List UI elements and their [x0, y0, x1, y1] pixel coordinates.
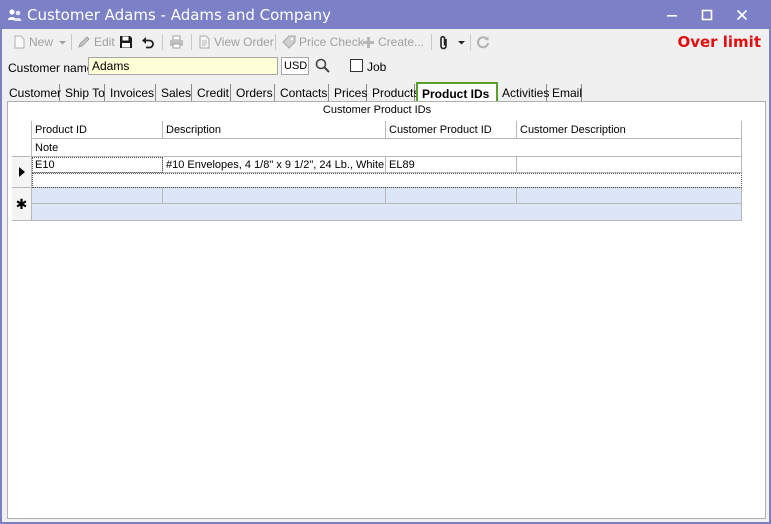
job-checkbox[interactable]	[350, 59, 363, 72]
new-row-cell-customer-description[interactable]	[517, 188, 742, 204]
tab-orders[interactable]: Orders	[233, 84, 275, 101]
client-area: New Edit View Order Price Check Create..…	[2, 29, 769, 522]
header-row-selector	[12, 121, 32, 157]
tab-sales[interactable]: Sales	[158, 84, 192, 101]
attachment-button[interactable]	[438, 33, 469, 51]
price-check-button[interactable]: Price Check	[282, 33, 364, 51]
customers-icon	[7, 7, 23, 23]
price-check-label: Price Check	[299, 35, 364, 49]
refresh-button[interactable]	[476, 33, 493, 51]
order-document-icon	[199, 35, 210, 49]
paperclip-icon	[440, 35, 447, 49]
minimize-icon	[667, 14, 677, 17]
edit-button[interactable]: Edit	[77, 33, 115, 51]
current-row-selector[interactable]	[12, 157, 32, 188]
column-header-customer-product-id[interactable]: Customer Product ID	[386, 121, 517, 139]
new-row-cell-customer-product-id[interactable]	[386, 188, 517, 204]
column-header-description[interactable]: Description	[163, 121, 386, 139]
customer-name-label: Customer name	[8, 61, 94, 75]
toolbar-separator	[71, 34, 72, 50]
printer-icon	[170, 35, 183, 49]
tab-customer[interactable]: Customer	[6, 84, 61, 101]
product-ids-panel: Customer Product IDs Product ID Descript…	[7, 101, 766, 519]
new-row-selector[interactable]: ✱	[12, 188, 32, 221]
close-icon	[736, 9, 748, 20]
undo-icon	[142, 37, 154, 49]
title-bar[interactable]: Customer Adams - Adams and Company	[0, 0, 771, 29]
print-button[interactable]	[169, 33, 187, 51]
window-title: Customer Adams - Adams and Company	[27, 6, 331, 24]
tab-invoices[interactable]: Invoices	[107, 84, 156, 101]
new-row-cell-note[interactable]	[32, 204, 742, 221]
customer-window: Customer Adams - Adams and Company New E…	[0, 0, 771, 524]
pencil-icon	[78, 36, 90, 48]
customer-name-row: Customer name Adams USD Job	[2, 57, 769, 79]
toolbar-separator	[191, 34, 192, 50]
refresh-icon	[477, 36, 489, 49]
cell-product-id[interactable]: E10	[32, 157, 163, 173]
new-document-icon	[14, 35, 25, 49]
magnifier-icon	[315, 58, 330, 73]
undo-button[interactable]	[141, 33, 158, 51]
cell-customer-description[interactable]	[517, 157, 742, 173]
cell-note[interactable]	[32, 173, 742, 188]
maximize-icon	[701, 9, 713, 20]
plus-icon	[363, 36, 374, 48]
cell-description[interactable]: #10 Envelopes, 4 1/8" x 9 1/2", 24 Lb., …	[163, 157, 386, 173]
dropdown-arrow-icon	[59, 40, 67, 44]
toolbar: New Edit View Order Price Check Create..…	[2, 29, 769, 55]
tab-prices[interactable]: Prices	[331, 84, 367, 101]
tab-email[interactable]: Email	[549, 84, 582, 101]
column-header-note[interactable]: Note	[32, 139, 742, 157]
save-icon	[120, 36, 132, 48]
column-header-product-id[interactable]: Product ID	[32, 121, 163, 139]
tab-products[interactable]: Products	[369, 84, 419, 101]
tab-activities[interactable]: Activities	[499, 84, 549, 101]
view-order-label: View Order	[214, 35, 274, 49]
minimize-button[interactable]	[655, 0, 689, 29]
toolbar-separator	[470, 34, 471, 50]
job-label: Job	[367, 60, 387, 74]
cell-customer-product-id[interactable]: EL89	[386, 157, 517, 173]
save-button[interactable]	[119, 33, 136, 51]
view-order-button[interactable]: View Order	[198, 33, 274, 51]
price-tag-icon	[282, 35, 296, 49]
currency-field: USD	[281, 57, 309, 75]
toolbar-separator	[431, 34, 432, 50]
customer-search-button[interactable]	[314, 57, 332, 75]
dropdown-arrow-icon	[458, 40, 465, 44]
new-row-cell-description[interactable]	[163, 188, 386, 204]
tab-contacts[interactable]: Contacts	[277, 84, 329, 101]
close-button[interactable]	[725, 0, 759, 29]
column-header-customer-description[interactable]: Customer Description	[517, 121, 742, 139]
create-label: Create...	[378, 35, 425, 49]
edit-label: Edit	[94, 35, 115, 49]
new-row-cell-product-id[interactable]	[32, 188, 163, 204]
tab-credit[interactable]: Credit	[194, 84, 231, 101]
over-limit-status: Over limit	[677, 33, 761, 51]
tab-ship-to[interactable]: Ship To	[62, 84, 105, 101]
tab-product-ids[interactable]: Product IDs	[416, 82, 498, 103]
new-row-asterisk-icon: ✱	[15, 195, 28, 212]
toolbar-separator	[275, 34, 276, 50]
toolbar-separator	[162, 34, 163, 50]
new-label: New	[29, 35, 54, 49]
customer-name-field[interactable]: Adams	[88, 57, 278, 75]
maximize-button[interactable]	[690, 0, 724, 29]
new-button[interactable]: New	[12, 33, 70, 51]
create-button[interactable]: Create...	[362, 33, 424, 51]
grid-title: Customer Product IDs	[12, 104, 742, 122]
current-row-arrow-icon	[18, 167, 25, 177]
